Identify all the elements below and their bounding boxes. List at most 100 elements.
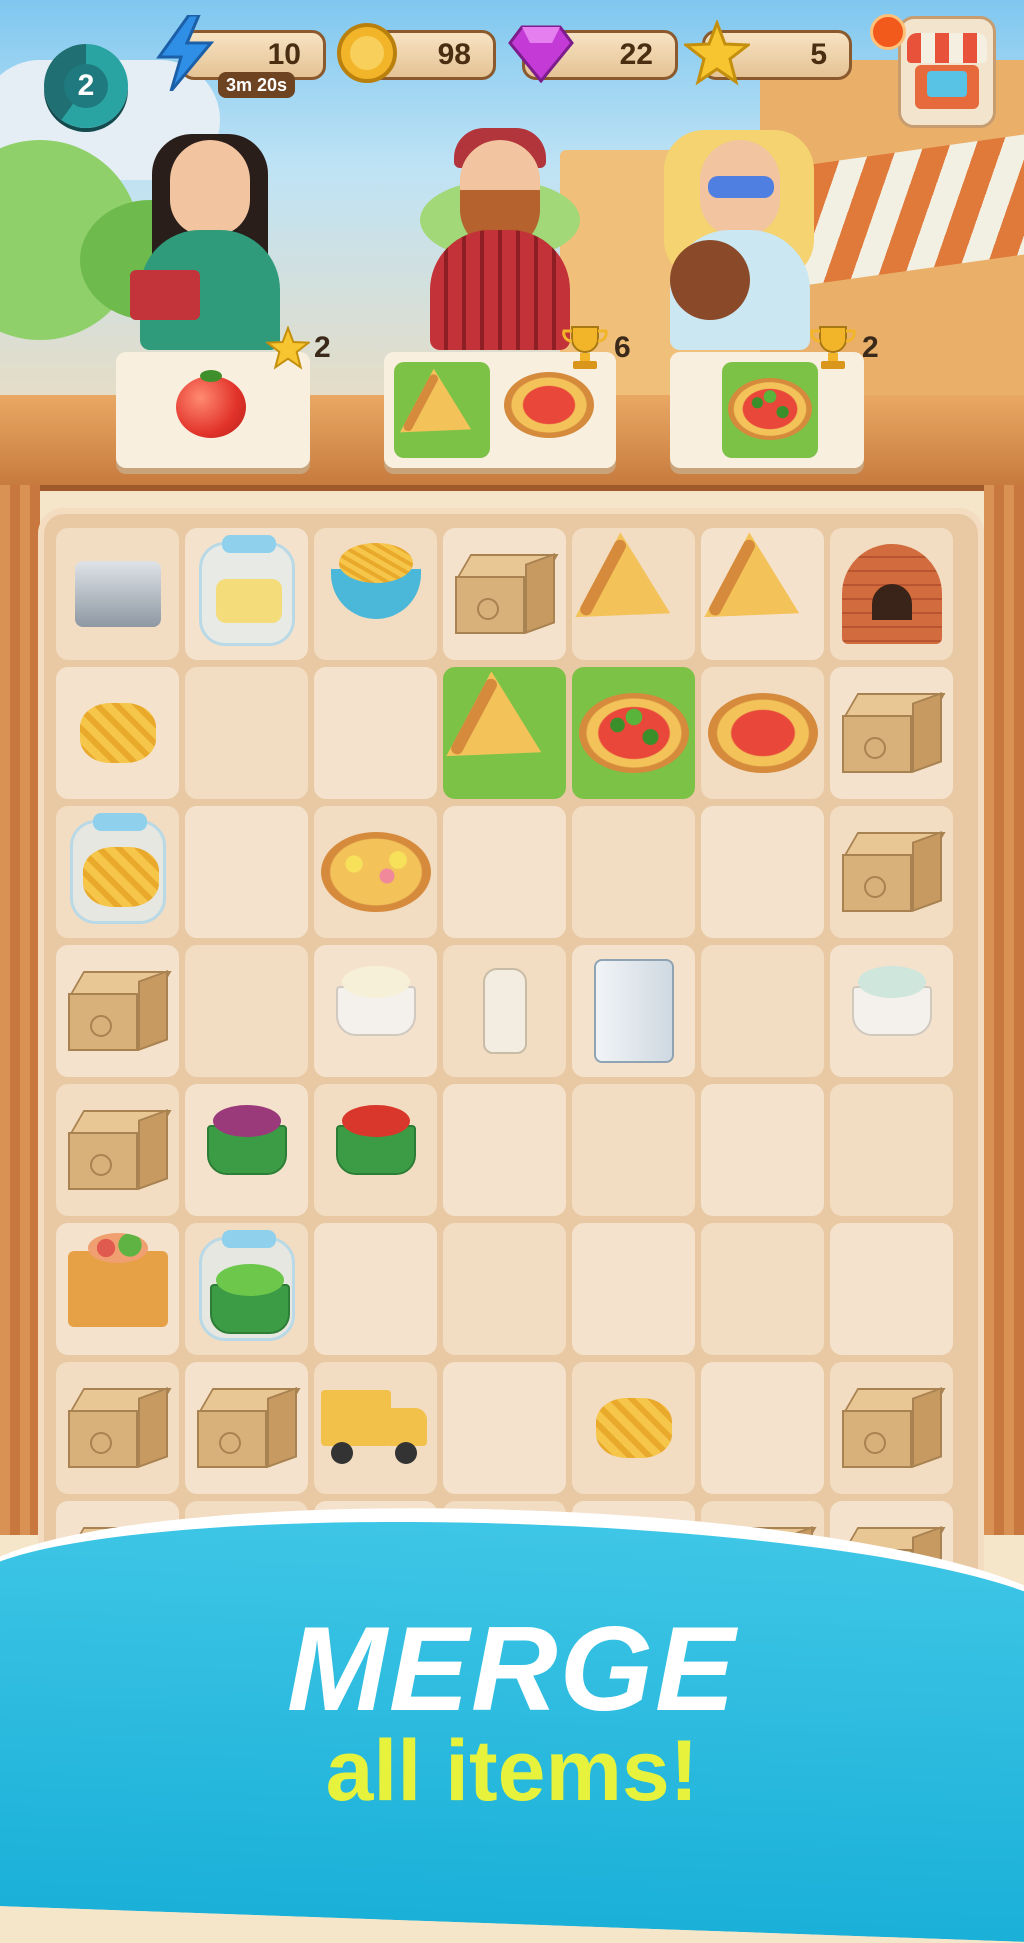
board-cell[interactable] <box>572 945 695 1077</box>
box-item[interactable] <box>454 553 559 634</box>
pizza-slice-item[interactable] <box>445 671 564 795</box>
box-item[interactable] <box>196 1387 301 1468</box>
board-cell[interactable] <box>830 1223 953 1355</box>
customer-bearded-man <box>420 128 580 350</box>
coin-value: 98 <box>437 38 471 71</box>
board-cell[interactable] <box>701 667 824 799</box>
pizza-slice-item[interactable] <box>574 532 693 656</box>
trophy-icon <box>810 326 856 369</box>
delivery-truck-item[interactable] <box>320 1390 431 1466</box>
box-item[interactable] <box>841 692 946 773</box>
board-cell[interactable] <box>185 945 308 1077</box>
merge-grid <box>56 528 968 1633</box>
green-pizza-icon <box>728 378 812 440</box>
tomato-ramekin-item[interactable] <box>335 1105 416 1175</box>
tagliatelle-item[interactable] <box>595 1398 672 1458</box>
star-icon <box>684 20 750 86</box>
board-cell[interactable] <box>314 1223 437 1355</box>
board-cell[interactable] <box>185 1223 308 1355</box>
board-cell[interactable] <box>443 1084 566 1216</box>
onion-ramekin-item[interactable] <box>206 1105 287 1175</box>
pizza-slice-item[interactable] <box>703 532 822 656</box>
board-cell[interactable] <box>56 945 179 1077</box>
board-cell[interactable] <box>314 806 437 938</box>
board-cell[interactable] <box>701 1084 824 1216</box>
board-cell[interactable] <box>572 1084 695 1216</box>
board-cell[interactable] <box>830 945 953 1077</box>
milk-bottle-item[interactable] <box>482 968 527 1054</box>
board-cell[interactable] <box>56 1362 179 1494</box>
board-cell[interactable] <box>185 1362 308 1494</box>
board-cell[interactable] <box>443 945 566 1077</box>
box-item[interactable] <box>67 1387 172 1468</box>
order-reward: 6 <box>560 326 631 370</box>
board-cell[interactable] <box>830 1084 953 1216</box>
order-slot-fulfilled <box>722 362 818 458</box>
board-cell[interactable] <box>314 1362 437 1494</box>
board-cell[interactable] <box>830 528 953 660</box>
tagliatelle-item[interactable] <box>79 703 156 763</box>
board-cell[interactable] <box>185 528 308 660</box>
butter-jar-item[interactable] <box>198 535 295 646</box>
customer-librarian <box>130 134 290 350</box>
board-cell[interactable] <box>443 1362 566 1494</box>
board-cell[interactable] <box>572 528 695 660</box>
gem-icon <box>508 20 574 86</box>
star-value: 5 <box>810 38 827 71</box>
tagliatelle-jar-item[interactable] <box>69 813 166 924</box>
board-cell[interactable] <box>56 667 179 799</box>
veggie-box-item[interactable] <box>67 1233 168 1327</box>
cheese-ramekin-item[interactable] <box>851 966 932 1036</box>
pasta-bowl-item[interactable] <box>330 543 421 619</box>
board-cell[interactable] <box>56 1223 179 1355</box>
energy-timer: 3m 20s <box>218 72 296 98</box>
board-cell[interactable] <box>56 528 179 660</box>
brick-oven-item[interactable] <box>841 544 942 644</box>
box-item[interactable] <box>841 1387 946 1468</box>
board-cell[interactable] <box>56 806 179 938</box>
board-cell[interactable] <box>314 667 437 799</box>
mozzarella-ramekin-item[interactable] <box>335 966 416 1036</box>
box-item[interactable] <box>841 831 946 912</box>
board-cell[interactable] <box>56 1084 179 1216</box>
board-cell[interactable] <box>572 1362 695 1494</box>
tomato-icon <box>176 370 246 438</box>
board-cell[interactable] <box>314 528 437 660</box>
board-cell[interactable] <box>443 667 566 799</box>
hawaiian-pizza-item[interactable] <box>320 832 431 912</box>
energy-value: 10 <box>267 38 301 71</box>
order-reward-value: 6 <box>614 331 631 364</box>
player-level-badge[interactable]: 2 <box>44 44 128 128</box>
box-item[interactable] <box>67 970 172 1051</box>
board-cell[interactable] <box>443 528 566 660</box>
board-cell[interactable] <box>185 1084 308 1216</box>
board-cell[interactable] <box>701 806 824 938</box>
board-cell[interactable] <box>185 806 308 938</box>
wood-wall-right <box>984 485 1024 1535</box>
shop-button[interactable] <box>898 16 996 128</box>
board-cell[interactable] <box>701 1223 824 1355</box>
board-cell[interactable] <box>443 1223 566 1355</box>
fridge-item[interactable] <box>593 959 674 1063</box>
board-cell[interactable] <box>314 1084 437 1216</box>
board-cell[interactable] <box>572 667 695 799</box>
board-cell[interactable] <box>830 1362 953 1494</box>
board-cell[interactable] <box>701 1362 824 1494</box>
pizza-item[interactable] <box>707 693 818 773</box>
board-cell[interactable] <box>830 806 953 938</box>
board-cell[interactable] <box>572 1223 695 1355</box>
box-item[interactable] <box>67 1109 172 1190</box>
board-cell[interactable] <box>185 667 308 799</box>
board-cell[interactable] <box>701 528 824 660</box>
notification-dot <box>870 14 906 50</box>
board-cell[interactable] <box>830 667 953 799</box>
star-icon <box>266 326 310 370</box>
board-cell[interactable] <box>572 806 695 938</box>
board-cell[interactable] <box>314 945 437 1077</box>
basil-jar-item[interactable] <box>198 1230 295 1341</box>
green-pizza-item[interactable] <box>578 693 689 773</box>
order-reward-value: 2 <box>862 331 879 364</box>
pasta-machine-item[interactable] <box>74 561 161 627</box>
board-cell[interactable] <box>701 945 824 1077</box>
board-cell[interactable] <box>443 806 566 938</box>
